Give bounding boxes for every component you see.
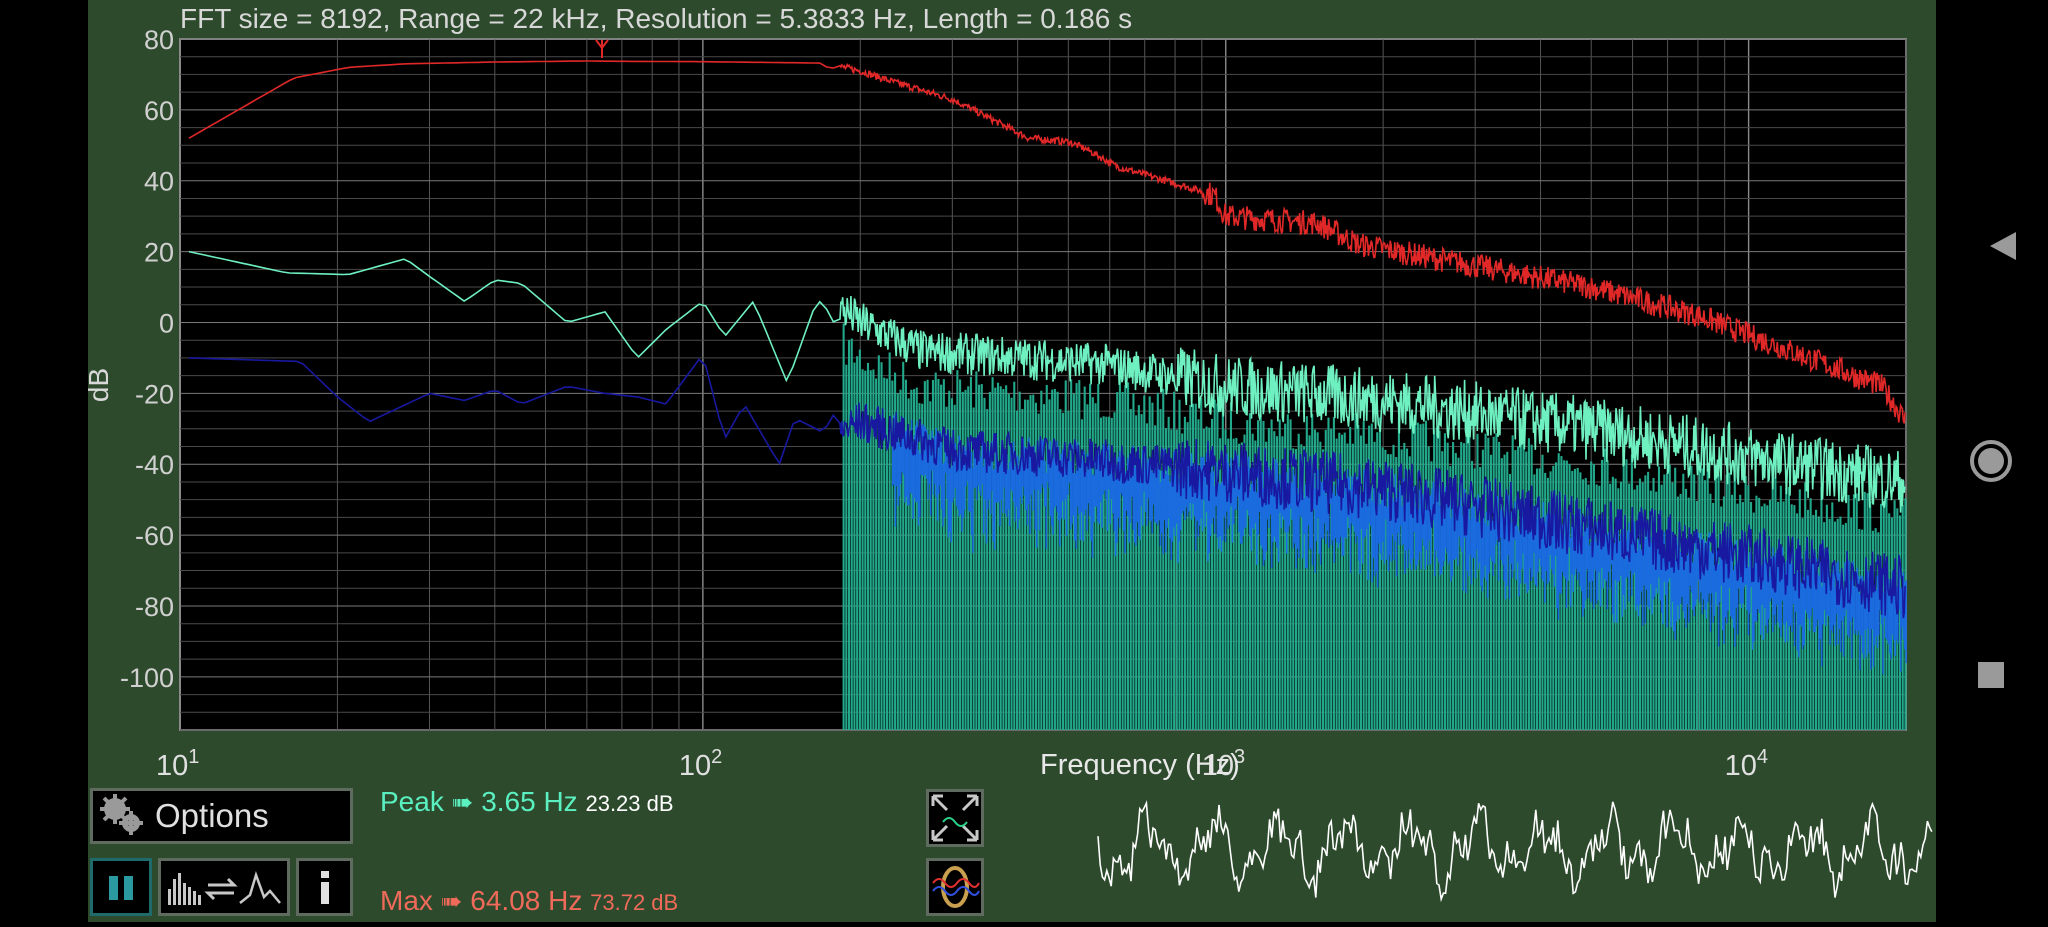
- home-icon[interactable]: [1970, 440, 2012, 482]
- android-navigation-bar: [1936, 0, 2048, 922]
- spectrum-analyzer-app: 80 60 40 20 0 -20 -40 -60 -80 -100 101 102 103 104 d…: [88, 0, 1936, 922]
- waveform-trace: [1097, 800, 1933, 903]
- recents-icon[interactable]: [1978, 662, 2004, 688]
- waveform-display: [1097, 800, 1933, 903]
- back-icon[interactable]: [1990, 232, 2016, 260]
